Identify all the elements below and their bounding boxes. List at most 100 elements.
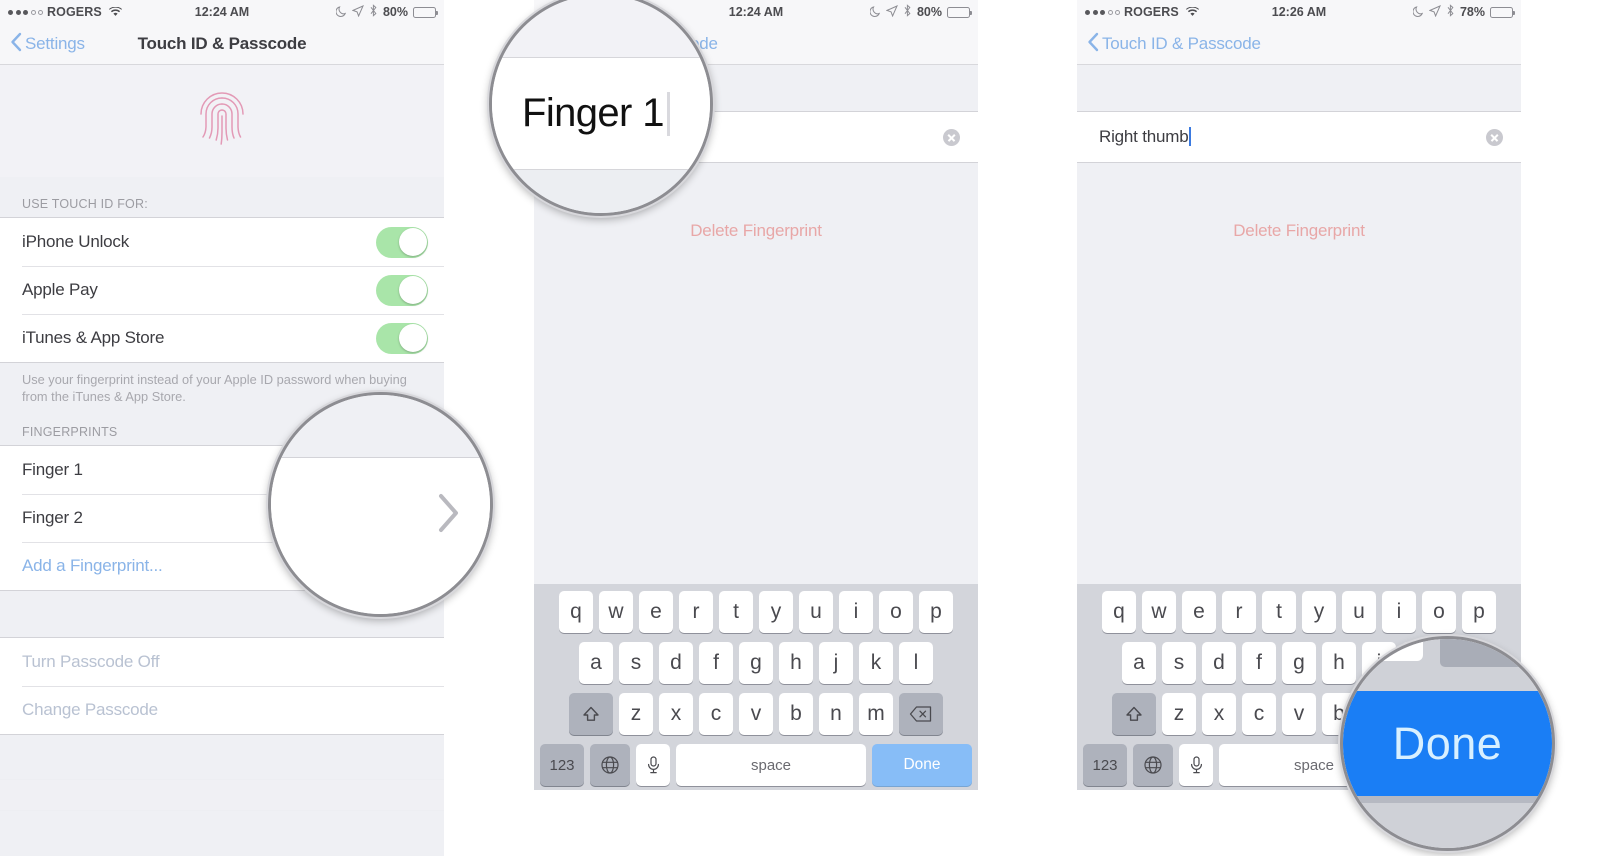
key-b[interactable]: b [779,693,813,735]
toggle-itunes-app-store[interactable] [376,322,428,354]
key-p[interactable]: p [919,591,953,633]
key-d[interactable]: d [1202,642,1236,684]
row-apple-pay[interactable]: Apple Pay [0,266,444,314]
key-z[interactable]: z [619,693,653,735]
key-v[interactable]: v [739,693,773,735]
battery-percent-label: 80% [382,5,408,19]
row-itunes-app-store[interactable]: iTunes & App Store [0,314,444,362]
magnifier-content: Finger 1 [492,0,710,213]
key-c[interactable]: c [699,693,733,735]
bluetooth-icon [1446,4,1455,20]
magnifier-content [271,395,490,614]
key-w[interactable]: w [599,591,633,633]
key-u[interactable]: u [799,591,833,633]
key-v[interactable]: v [1282,693,1316,735]
status-bar-right: 78% [1412,4,1515,20]
key-k[interactable]: k [859,642,893,684]
key-t[interactable]: t [719,591,753,633]
row-cut-off-bottom[interactable] [0,779,444,811]
onscreen-keyboard[interactable]: q w e r t y u i o p a s d f g h [534,584,978,790]
microphone-icon[interactable] [1179,744,1213,786]
keyboard-row-1: q w e r t y u i o p [537,591,975,633]
globe-icon[interactable] [1133,744,1173,786]
magnified-caret [666,91,670,136]
row-label: Turn Passcode Off [22,652,160,671]
key-x[interactable]: x [1202,693,1236,735]
key-a[interactable]: a [579,642,613,684]
battery-percent-label: 78% [1459,5,1485,19]
key-y[interactable]: y [759,591,793,633]
row-label: iPhone Unlock [22,232,130,251]
key-p[interactable]: p [1462,591,1496,633]
battery-icon [413,6,438,18]
battery-percent-label: 80% [916,5,942,19]
key-z[interactable]: z [1162,693,1196,735]
microphone-icon[interactable] [636,744,670,786]
key-q[interactable]: q [1102,591,1136,633]
location-arrow-icon [1428,4,1441,20]
keyboard-done-button[interactable]: Done [872,744,972,786]
location-arrow-icon [885,4,898,20]
key-e[interactable]: e [639,591,673,633]
key-h[interactable]: h [779,642,813,684]
back-button[interactable]: Touch ID & Passcode [1087,32,1261,57]
bluetooth-icon [903,4,912,20]
row-label: Change Passcode [22,700,158,719]
clear-circle-icon[interactable] [1486,128,1503,146]
key-s[interactable]: s [619,642,653,684]
row-change-passcode[interactable]: Change Passcode [0,686,444,734]
key-s[interactable]: s [1162,642,1196,684]
toggle-apple-pay[interactable] [376,274,428,306]
key-j[interactable]: j [819,642,853,684]
key-w[interactable]: w [1142,591,1176,633]
nav-bar: Settings Touch ID & Passcode [0,24,444,65]
key-e[interactable]: e [1182,591,1216,633]
fingerprint-name-value: Right thumb [1099,127,1486,147]
row-turn-passcode-off[interactable]: Turn Passcode Off [0,638,444,686]
key-space[interactable]: space [676,744,866,786]
shift-up-arrow-icon[interactable] [1112,693,1156,735]
clear-circle-icon[interactable] [943,128,960,146]
shift-up-arrow-icon[interactable] [569,693,613,735]
key-numbers[interactable]: 123 [540,744,584,786]
fingerprint-icon [195,88,249,155]
key-a[interactable]: a [1122,642,1156,684]
key-i[interactable]: i [839,591,873,633]
backspace-icon[interactable] [899,693,943,735]
key-g[interactable]: g [739,642,773,684]
key-g[interactable]: g [1282,642,1316,684]
delete-fingerprint-button[interactable]: Delete Fingerprint [1077,207,1521,241]
key-n[interactable]: n [819,693,853,735]
key-i[interactable]: i [1382,591,1416,633]
keyboard-row-2: a s d f g h j k l [537,642,975,684]
row-iphone-unlock[interactable]: iPhone Unlock [0,218,444,266]
section-spacer-bottom [0,735,444,779]
key-d[interactable]: d [659,642,693,684]
key-u[interactable]: u [1342,591,1376,633]
key-f[interactable]: f [699,642,733,684]
section-header-use-touch-id: USE TOUCH ID FOR: [0,177,444,217]
key-r[interactable]: r [679,591,713,633]
key-m[interactable]: m [859,693,893,735]
key-x[interactable]: x [659,693,693,735]
key-l[interactable]: l [899,642,933,684]
row-label: iTunes & App Store [22,328,165,347]
key-f[interactable]: f [1242,642,1276,684]
toggle-iphone-unlock[interactable] [376,226,428,258]
keyboard-row-1: q w e r t y u i o p [1080,591,1518,633]
key-numbers[interactable]: 123 [1083,744,1127,786]
touch-id-usage-group: iPhone Unlock Apple Pay iTunes & App Sto… [0,217,444,363]
key-q[interactable]: q [559,591,593,633]
key-c[interactable]: c [1242,693,1276,735]
bluetooth-icon [369,4,378,20]
key-o[interactable]: o [879,591,913,633]
key-r[interactable]: r [1222,591,1256,633]
key-y[interactable]: y [1302,591,1336,633]
page-title: Touch ID & Passcode [137,34,307,53]
detail-mid-gap [1077,163,1521,207]
detail-top-gap [1077,65,1521,111]
key-t[interactable]: t [1262,591,1296,633]
key-o[interactable]: o [1422,591,1456,633]
globe-icon[interactable] [590,744,630,786]
fingerprint-name-field[interactable]: Right thumb [1077,111,1521,163]
